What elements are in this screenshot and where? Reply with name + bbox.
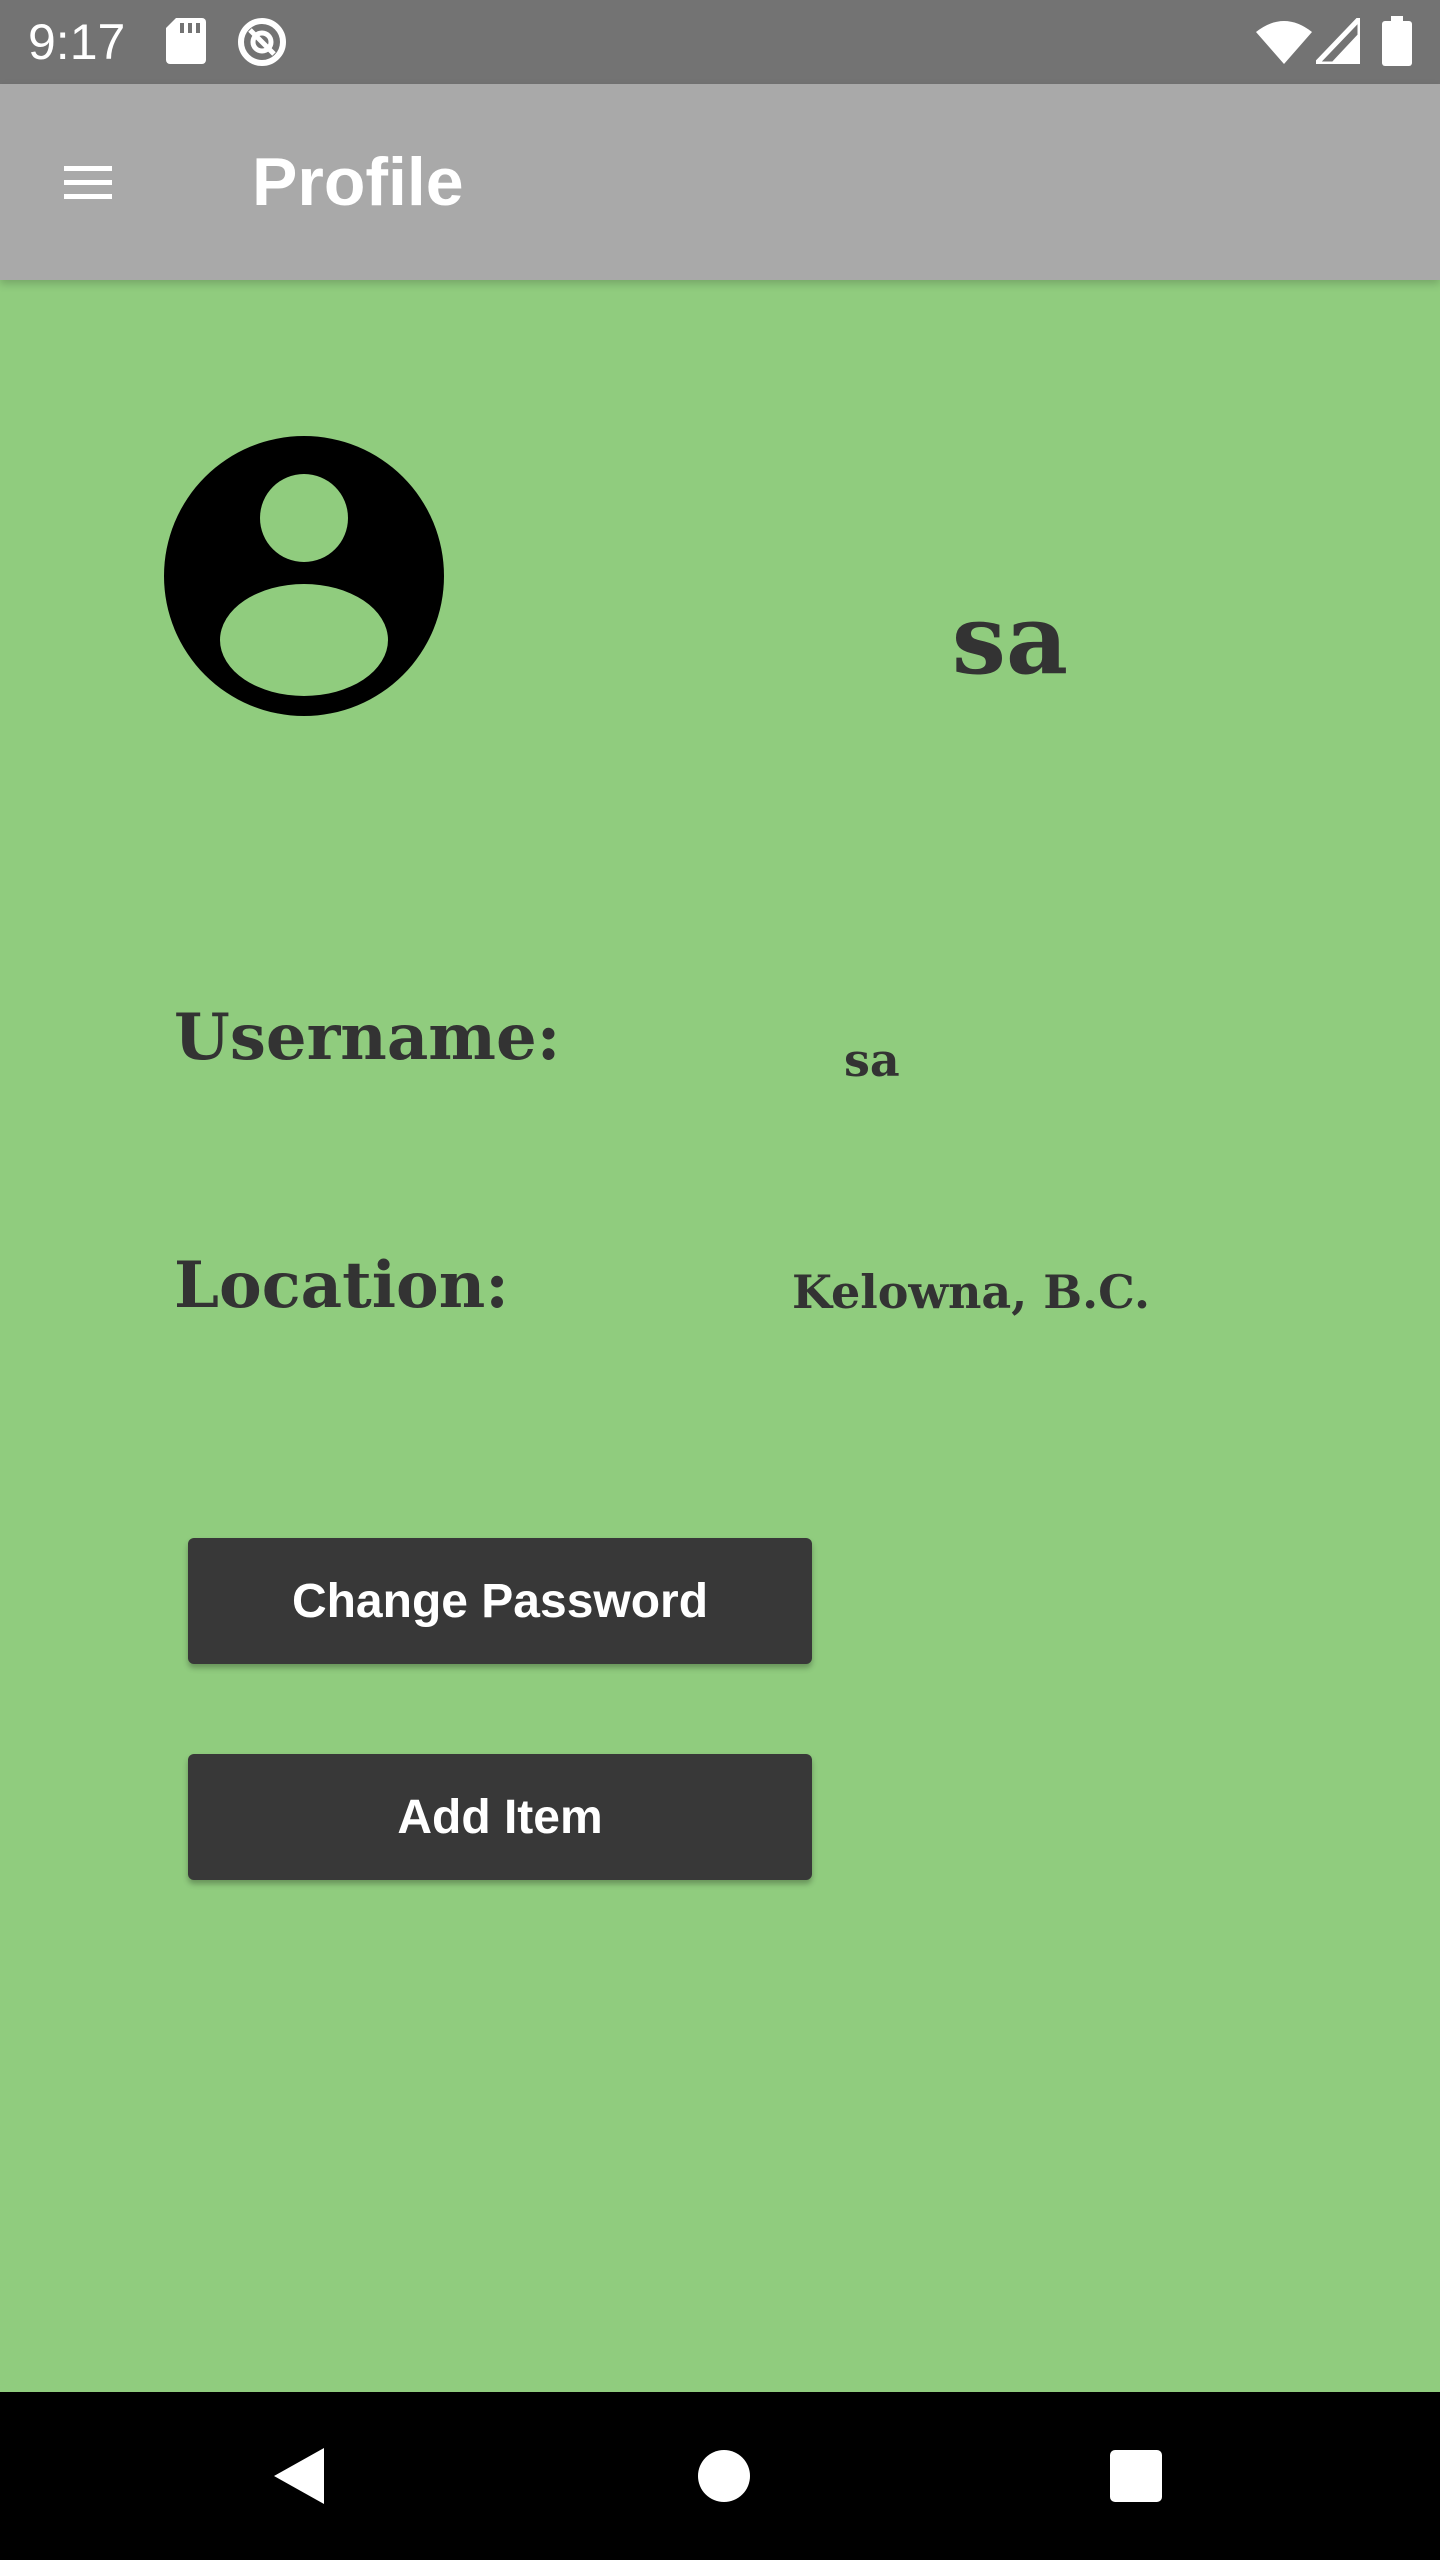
recents-icon[interactable] bbox=[1108, 2448, 1164, 2504]
back-icon[interactable] bbox=[270, 2444, 334, 2508]
menu-button[interactable] bbox=[48, 142, 128, 222]
location-label: Location: bbox=[174, 1248, 509, 1323]
status-time: 9:17 bbox=[28, 14, 126, 70]
status-bar: 9:17 bbox=[0, 0, 1440, 84]
change-password-button[interactable]: Change Password bbox=[188, 1538, 812, 1664]
app-bar: Profile bbox=[0, 84, 1440, 280]
username-value: sa bbox=[844, 1033, 900, 1087]
sd-card-icon bbox=[166, 18, 206, 64]
menu-icon bbox=[64, 166, 112, 199]
sync-icon bbox=[236, 16, 288, 68]
profile-display-name: sa bbox=[951, 583, 1069, 696]
home-icon[interactable] bbox=[692, 2444, 756, 2508]
page-title: Profile bbox=[252, 144, 464, 220]
location-value: Kelowna, B.C. bbox=[792, 1265, 1150, 1319]
battery-icon bbox=[1382, 16, 1412, 66]
account-circle-icon bbox=[162, 434, 446, 718]
add-item-button[interactable]: Add Item bbox=[188, 1754, 812, 1880]
username-label: Username: bbox=[174, 1000, 561, 1075]
signal-icon bbox=[1310, 11, 1363, 67]
wifi-icon bbox=[1256, 20, 1312, 64]
navigation-bar bbox=[0, 2392, 1440, 2560]
